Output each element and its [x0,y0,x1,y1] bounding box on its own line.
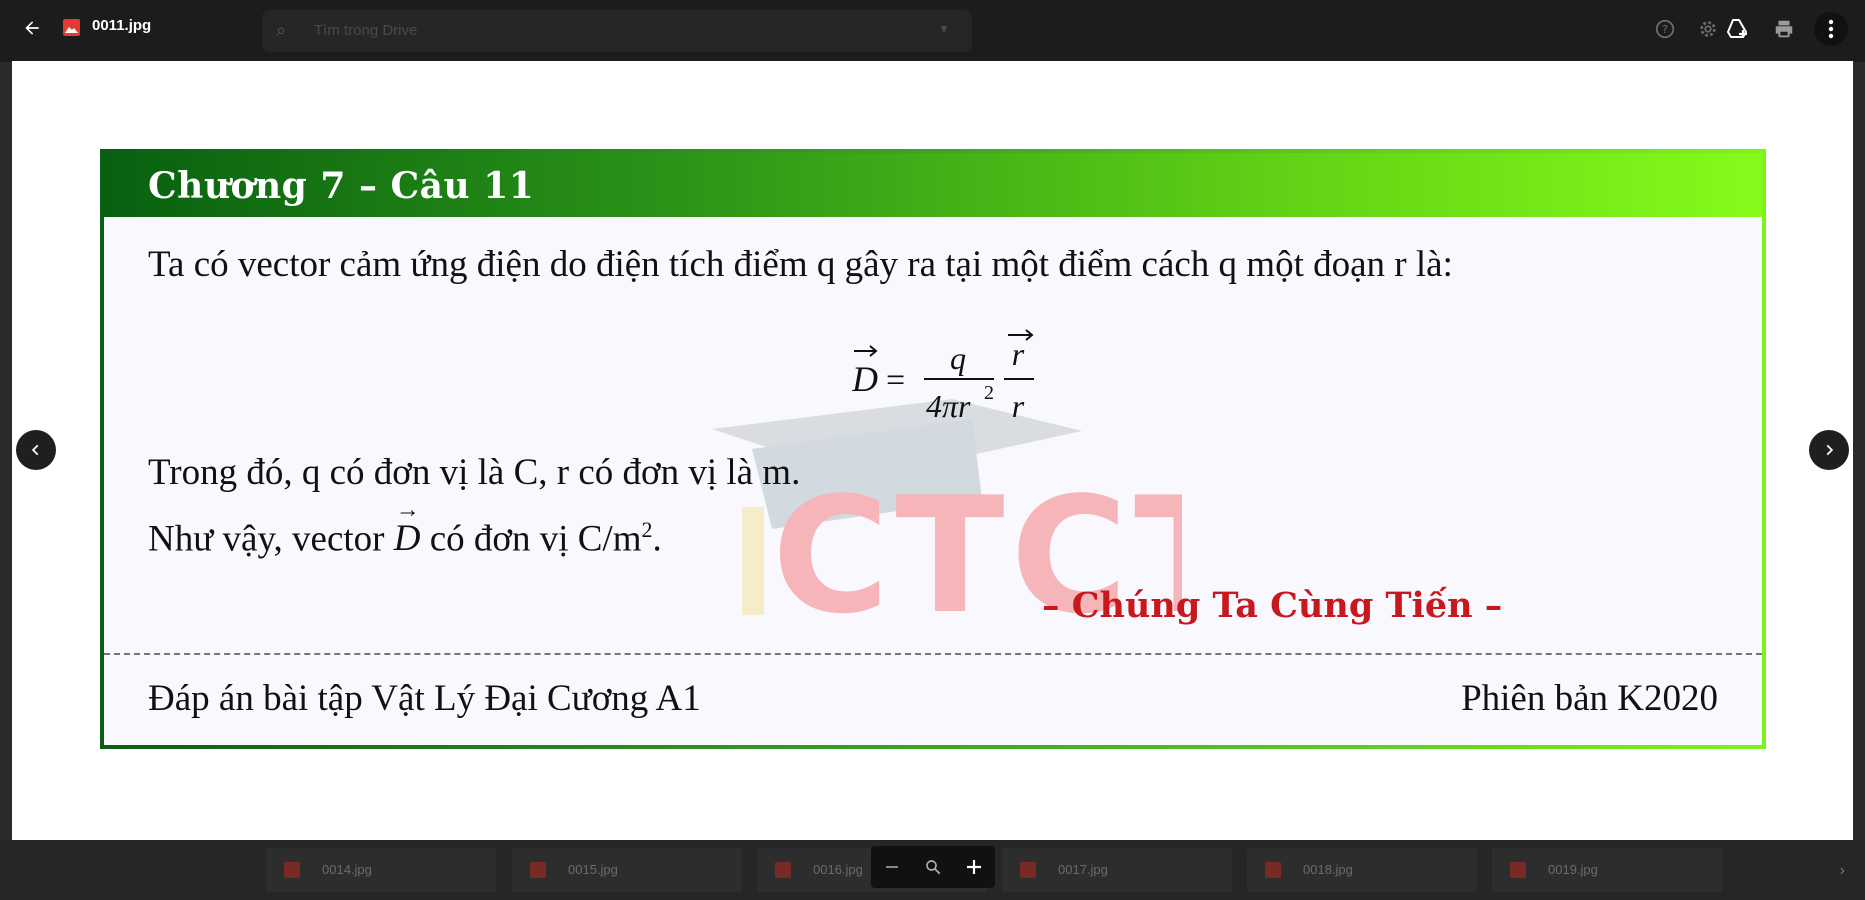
thumbnail-label: 0015.jpg [568,862,618,877]
more-options-button[interactable] [1814,12,1848,46]
dashed-divider [104,653,1762,655]
zoom-in-button[interactable] [957,850,991,884]
line3-prefix: Như vậy, vector [148,518,385,560]
slide-card: Chương 7 – Câu 11 CTCT Ta có vector cảm … [100,149,1766,749]
thumbnail-label: 0019.jpg [1548,862,1598,877]
thumbnail-label: 0018.jpg [1303,862,1353,877]
arrow-left-icon [25,21,39,35]
thumbnail-label: 0016.jpg [813,862,863,877]
chevron-right-icon[interactable]: › [1840,862,1845,880]
slogan: – Chúng Ta Cùng Tiến – [1042,585,1503,626]
svg-text:=: = [886,362,905,399]
svg-text:?: ? [1662,23,1668,36]
line3-end: . [652,518,662,560]
footer-course: Đáp án bài tập Vật Lý Đại Cương A1 [148,678,701,719]
back-button[interactable] [14,10,50,46]
thumbnail-item[interactable]: 0019.jpg [1492,848,1722,892]
zoom-controls [871,846,995,888]
plus-icon [967,860,982,874]
image-file-icon [775,862,791,878]
svg-text:D: D [852,359,878,399]
thumbnail-item[interactable]: 0018.jpg [1247,848,1477,892]
explanation-line-2: Trong đó, q có đơn vị là C, r có đơn vị … [148,452,801,493]
image-file-icon [530,862,546,878]
thumbnail-item[interactable]: 0017.jpg [1002,848,1232,892]
formula-d-vector: D = q 4πr 2 r r [852,329,1034,424]
help-icon: ? [1655,19,1675,39]
image-file-icon [284,862,300,878]
vector-d: D [394,497,421,560]
image-file-icon [1265,862,1281,878]
file-name: 0011.jpg [92,17,152,34]
svg-text:r: r [1012,336,1025,372]
explanation-line-3: Như vậy, vector D có đơn vị C/m2. [148,497,662,560]
line3-suffix: có đơn vị C/m [429,518,642,560]
zoom-out-button[interactable] [875,850,909,884]
thumbnail-label: 0017.jpg [1058,862,1108,877]
image-preview: Chương 7 – Câu 11 CTCT Ta có vector cảm … [12,61,1853,840]
add-to-drive-button[interactable] [1720,12,1754,46]
previous-button[interactable] [16,430,56,470]
next-button[interactable] [1809,430,1849,470]
image-file-icon [1020,862,1036,878]
explanation-line-1: Ta có vector cảm ứng điện do điện tích đ… [148,244,1453,285]
gear-icon [1700,21,1716,37]
unit-exponent: 2 [641,517,653,542]
zoom-icon [926,860,941,875]
svg-text:q: q [950,340,966,376]
chevron-right-icon [1826,444,1834,456]
image-file-icon [1510,862,1526,878]
print-icon [1775,20,1793,38]
chevron-left-icon [31,444,39,456]
zoom-reset-button[interactable] [916,850,950,884]
thumbnail-label: 0014.jpg [322,862,372,877]
svg-text:4πr: 4πr [926,388,971,424]
add-to-drive-icon [1727,19,1747,38]
minus-icon [885,866,898,868]
slide-header: Chương 7 – Câu 11 [104,153,1762,217]
thumbnail-item[interactable]: 0015.jpg [512,848,742,892]
image-file-icon [63,19,80,36]
help-button[interactable]: ? [1648,12,1682,46]
viewer-toolbar: 0011.jpg ? [0,0,1865,56]
print-button[interactable] [1767,12,1801,46]
more-vert-icon [1828,19,1834,39]
svg-text:r: r [1012,388,1025,424]
thumbnail-item[interactable]: 0014.jpg [266,848,496,892]
footer-version: Phiên bản K2020 [1461,678,1718,719]
slide-title: Chương 7 – Câu 11 [148,165,535,207]
svg-text:2: 2 [984,382,994,404]
